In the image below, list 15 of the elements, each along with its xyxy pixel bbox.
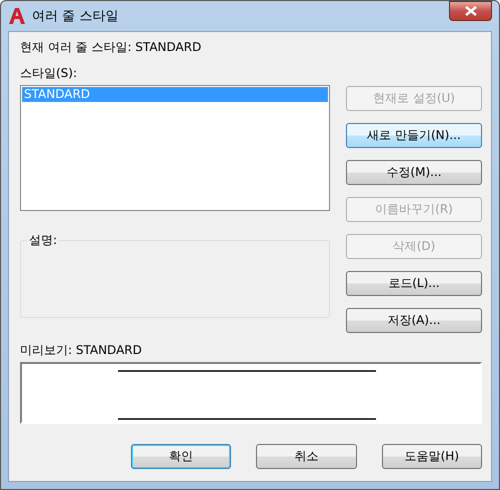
current-style-label: 현재 여러 줄 스타일: STANDARD <box>20 39 202 55</box>
app-logo-icon <box>8 7 26 25</box>
side-button[interactable]: 저장(A)... <box>346 308 482 333</box>
styles-label: 스타일(S): <box>20 65 78 81</box>
description-label: 설명: <box>27 232 60 249</box>
dialog-button[interactable]: 도움말(H) <box>382 444 482 469</box>
side-button[interactable]: 로드(L)... <box>346 271 482 296</box>
side-button[interactable]: 수정(M)... <box>346 160 482 185</box>
preview-label: 미리보기: STANDARD <box>20 342 143 358</box>
dialog-button[interactable]: 확인 <box>131 444 232 469</box>
close-button[interactable] <box>449 1 492 21</box>
window-title: 여러 줄 스타일 <box>32 8 118 25</box>
dialog-button[interactable]: 취소 <box>256 444 357 469</box>
close-icon <box>464 6 476 16</box>
side-button[interactable]: 새로 만들기(N)... <box>346 123 482 148</box>
